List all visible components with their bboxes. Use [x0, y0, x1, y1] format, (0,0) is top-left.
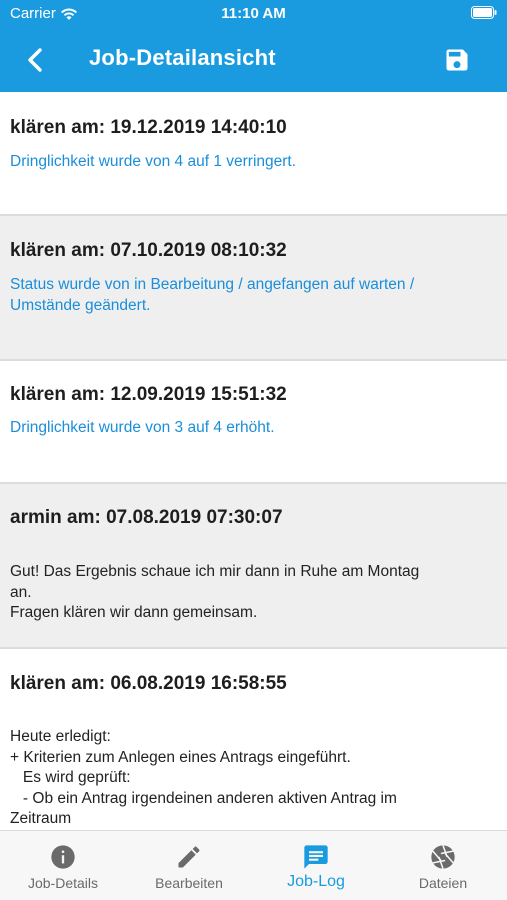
page-title: Job-Detailansicht: [89, 45, 276, 70]
navigation-bar: Job-Detailansicht: [0, 28, 507, 92]
message-icon: [304, 845, 328, 869]
tab-bar: Job-Details Bearbeiten Job-Log Dateien: [0, 830, 507, 900]
log-entry: klären am: 12.09.2019 15:51:32 Dringlich…: [0, 361, 507, 484]
info-icon: [51, 845, 75, 869]
log-entry-header: klären am: 07.10.2019 08:10:32: [10, 240, 287, 261]
log-entry: klären am: 06.08.2019 16:58:55 Heute erl…: [0, 649, 507, 830]
log-entry-message: Gut! Das Ergebnis schaue ich mir dann in…: [10, 563, 420, 621]
log-entry: klären am: 19.12.2019 14:40:10 Dringlich…: [0, 92, 507, 216]
log-entry-message: Dringlichkeit wurde von 4 auf 1 verringe…: [10, 153, 297, 170]
log-entry-message: Status wurde von in Bearbeitung / angefa…: [10, 276, 415, 314]
log-entry: armin am: 07.08.2019 07:30:07 Gut! Das E…: [0, 484, 507, 649]
log-entry-header: klären am: 19.12.2019 14:40:10: [10, 117, 287, 138]
log-entry-header: klären am: 12.09.2019 15:51:32: [10, 384, 287, 405]
tab-job-details[interactable]: Job-Details: [0, 831, 126, 900]
tab-label: Dateien: [418, 875, 468, 891]
job-log-list[interactable]: klären am: 19.12.2019 14:40:10 Dringlich…: [0, 92, 507, 830]
status-bar: Carrier 11:10 AM: [0, 0, 507, 28]
log-entry-header: klären am: 06.08.2019 16:58:55: [10, 673, 287, 694]
tab-dateien[interactable]: Dateien: [380, 831, 506, 900]
tab-label: Job-Log: [287, 873, 345, 890]
save-button[interactable]: [443, 46, 471, 74]
tab-bearbeiten[interactable]: Bearbeiten: [126, 831, 252, 900]
log-entry: klären am: 07.10.2019 08:10:32 Status wu…: [0, 216, 507, 361]
floppy-disk-icon: [446, 49, 468, 71]
tab-label: Job-Details: [27, 875, 99, 891]
clock: 11:10 AM: [221, 5, 286, 22]
aperture-icon: [431, 845, 455, 869]
back-button[interactable]: [22, 46, 50, 74]
tab-label: Bearbeiten: [155, 875, 223, 891]
pencil-icon: [178, 846, 200, 868]
log-entry-message: Heute erledigt: + Kriterien zum Anlegen …: [10, 728, 397, 827]
tab-job-log[interactable]: Job-Log: [253, 831, 379, 900]
battery-icon: [471, 6, 497, 23]
log-entry-header: armin am: 07.08.2019 07:30:07: [10, 507, 283, 528]
chevron-left-icon: [28, 48, 42, 72]
log-entry-message: Dringlichkeit wurde von 3 auf 4 erhöht.: [10, 419, 275, 436]
